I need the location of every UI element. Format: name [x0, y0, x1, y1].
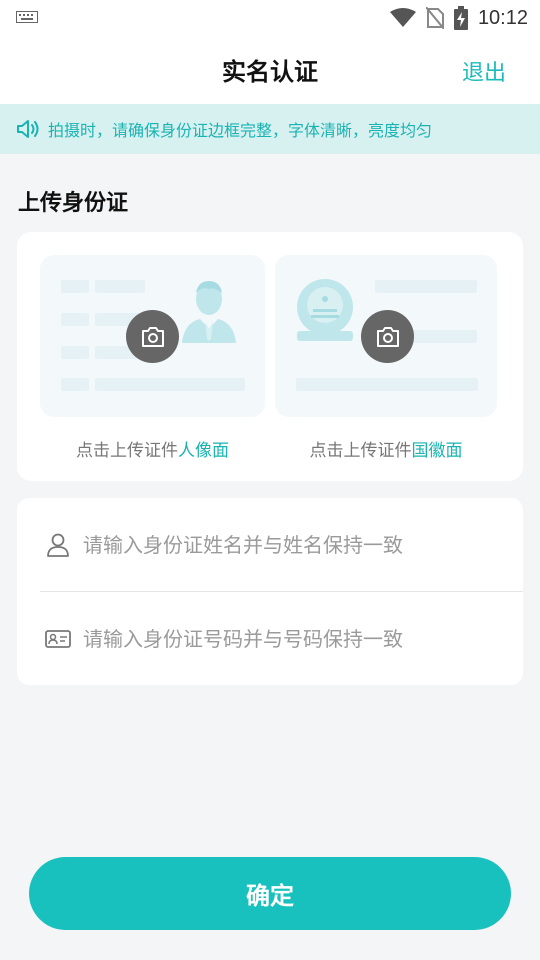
placeholder-line — [296, 378, 478, 391]
header-bar: 实名认证 退出 — [0, 36, 540, 104]
placeholder-line — [61, 280, 89, 293]
id-card-icon — [45, 629, 71, 648]
notice-banner: 拍摄时，请确保身份证边框完整，字体清晰，亮度均匀 — [0, 104, 540, 154]
camera-button[interactable] — [126, 310, 179, 363]
id-front-upload[interactable] — [40, 255, 265, 417]
identity-form — [17, 498, 523, 685]
placeholder-line — [95, 280, 145, 293]
camera-icon — [376, 326, 399, 347]
caption-highlight: 国徽面 — [411, 441, 463, 461]
placeholder-line — [61, 313, 89, 326]
camera-button[interactable] — [361, 310, 414, 363]
id-number-input[interactable] — [83, 626, 483, 651]
placeholder-line — [61, 378, 89, 391]
upload-card: 点击上传证件人像面 点击上传证件国徽面 — [17, 232, 523, 481]
name-row — [17, 498, 523, 591]
page-title: 实名认证 — [222, 58, 318, 86]
id-back-upload[interactable] — [275, 255, 497, 417]
caption-prefix: 点击上传证件 — [309, 441, 412, 461]
id-front-caption: 点击上传证件人像面 — [40, 436, 265, 461]
confirm-button[interactable]: 确定 — [29, 857, 511, 930]
keyboard-icon — [16, 11, 38, 23]
camera-icon — [141, 326, 164, 347]
id-back-caption: 点击上传证件国徽面 — [275, 436, 497, 461]
exit-button[interactable]: 退出 — [462, 55, 506, 87]
person-icon — [47, 533, 69, 557]
placeholder-line — [95, 378, 245, 391]
status-bar: 10:12 — [0, 0, 540, 36]
status-time: 10:12 — [477, 6, 528, 29]
placeholder-line — [375, 280, 477, 293]
caption-highlight: 人像面 — [178, 441, 229, 461]
no-sim-icon — [425, 7, 444, 29]
speaker-icon — [17, 120, 39, 138]
name-input[interactable] — [83, 532, 483, 557]
notice-text: 拍摄时，请确保身份证边框完整，字体清晰，亮度均匀 — [48, 121, 433, 140]
upload-section-title: 上传身份证 — [18, 191, 129, 216]
id-number-row — [17, 592, 523, 685]
battery-charging-icon — [453, 6, 468, 30]
emblem-illustration-icon — [297, 279, 353, 341]
wifi-icon — [389, 8, 416, 27]
caption-prefix: 点击上传证件 — [76, 441, 178, 461]
placeholder-line — [61, 346, 89, 359]
portrait-illustration-icon — [182, 281, 236, 343]
